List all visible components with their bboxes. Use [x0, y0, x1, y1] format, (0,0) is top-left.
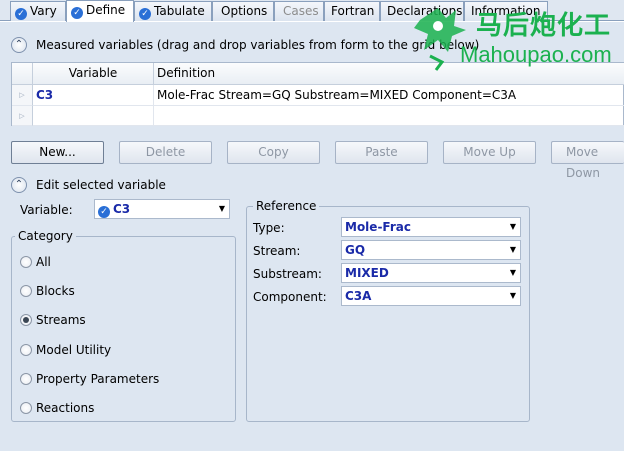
radio-label: Streams	[36, 313, 86, 327]
column-header-variable: Variable	[33, 63, 154, 85]
type-value: Mole-Frac	[345, 220, 411, 234]
chevron-down-icon: ▼	[509, 222, 516, 231]
move-up-button[interactable]: Move Up	[443, 141, 536, 164]
tab-tabulate[interactable]: ✓ Tabulate	[134, 1, 212, 21]
radio-selected-icon	[20, 314, 32, 326]
tab-options[interactable]: Options	[212, 1, 274, 21]
collapse-measured-button[interactable]: ⌃	[11, 37, 27, 53]
tab-vary[interactable]: ✓ Vary	[10, 1, 66, 21]
check-icon: ✓	[15, 8, 27, 20]
category-option-streams[interactable]: Streams	[20, 313, 86, 327]
tab-bar: ✓ Vary ✓ Define ✓ Tabulate Options Cases Fo…	[0, 0, 624, 22]
radio-label: All	[36, 255, 51, 269]
tab-label: Vary	[30, 4, 57, 18]
row-selector[interactable]: ▷	[12, 85, 33, 106]
tab-label: Declarations	[387, 4, 463, 18]
radio-label: Property Parameters	[36, 372, 160, 386]
variable-value: C3	[113, 202, 131, 216]
new-button[interactable]: New...	[11, 141, 104, 164]
component-label: Component:	[253, 290, 327, 304]
category-option-blocks[interactable]: Blocks	[20, 284, 75, 298]
chevron-down-icon: ▼	[509, 245, 516, 254]
measured-variables-title: Measured variables (drag and drop variab…	[36, 38, 480, 52]
measured-variables-grid[interactable]: Variable Definition ▷ C3 Mole-Frac Strea…	[11, 62, 624, 126]
tab-label: Define	[86, 3, 126, 17]
type-label: Type:	[253, 221, 285, 235]
chevron-down-icon: ▼	[509, 268, 516, 277]
tab-cases[interactable]: Cases	[274, 1, 324, 21]
tab-label: Tabulate	[154, 4, 205, 18]
paste-button[interactable]: Paste	[335, 141, 428, 164]
check-icon: ✓	[139, 8, 151, 20]
grid-corner	[12, 63, 33, 85]
radio-label: Reactions	[36, 401, 95, 415]
reference-title: Reference	[253, 199, 320, 213]
check-icon: ✓	[71, 7, 83, 19]
variable-label: Variable:	[20, 203, 73, 217]
radio-icon	[20, 373, 32, 385]
category-title: Category	[15, 229, 76, 243]
chevron-down-icon: ▼	[218, 204, 225, 213]
copy-button[interactable]: Copy	[227, 141, 320, 164]
row-selector[interactable]: ▷	[12, 106, 33, 126]
tab-label: Information	[471, 4, 541, 18]
tab-declarations[interactable]: Declarations	[380, 1, 464, 21]
category-option-reactions[interactable]: Reactions	[20, 401, 94, 415]
edit-variable-title: Edit selected variable	[36, 178, 166, 192]
reference-group	[246, 206, 530, 422]
stream-select[interactable]: GQ ▼	[341, 240, 521, 260]
substream-label: Substream:	[253, 267, 322, 281]
component-select[interactable]: C3A ▼	[341, 286, 521, 306]
chevron-up-icon: ⌃	[14, 179, 24, 190]
tab-label: Fortran	[331, 4, 375, 18]
tab-define[interactable]: ✓ Define	[66, 0, 134, 22]
tab-label: Options	[221, 4, 268, 18]
table-cell-variable[interactable]	[33, 106, 154, 126]
collapse-edit-button[interactable]: ⌃	[11, 177, 27, 193]
variable-select[interactable]: ✓ C3 ▼	[94, 199, 230, 219]
tab-fortran[interactable]: Fortran	[324, 1, 380, 21]
tab-information[interactable]: Information	[464, 1, 548, 21]
table-cell-definition[interactable]: Mole-Frac Stream=GQ Substream=MIXED Comp…	[154, 85, 624, 106]
substream-value: MIXED	[345, 266, 389, 280]
move-down-button[interactable]: Move Down	[551, 141, 624, 180]
check-icon: ✓	[98, 206, 110, 218]
category-option-all[interactable]: All	[20, 255, 51, 269]
type-select[interactable]: Mole-Frac ▼	[341, 217, 521, 237]
table-cell-definition[interactable]	[154, 106, 624, 126]
radio-icon	[20, 344, 32, 356]
stream-value: GQ	[345, 243, 366, 257]
radio-label: Blocks	[36, 284, 75, 298]
delete-button[interactable]: Delete	[119, 141, 212, 164]
component-value: C3A	[345, 289, 372, 303]
category-option-property-parameters[interactable]: Property Parameters	[20, 372, 159, 386]
radio-label: Model Utility	[36, 343, 112, 357]
chevron-up-icon: ⌃	[14, 39, 24, 50]
category-option-model-utility[interactable]: Model Utility	[20, 343, 111, 357]
column-header-definition: Definition	[154, 63, 624, 85]
radio-icon	[20, 256, 32, 268]
tab-label: Cases	[283, 4, 319, 18]
row-arrow-icon: ▷	[19, 112, 25, 120]
table-cell-variable[interactable]: C3	[33, 85, 154, 106]
radio-icon	[20, 402, 32, 414]
row-arrow-icon: ▷	[19, 91, 25, 99]
substream-select[interactable]: MIXED ▼	[341, 263, 521, 283]
radio-icon	[20, 285, 32, 297]
chevron-down-icon: ▼	[509, 291, 516, 300]
stream-label: Stream:	[253, 244, 301, 258]
